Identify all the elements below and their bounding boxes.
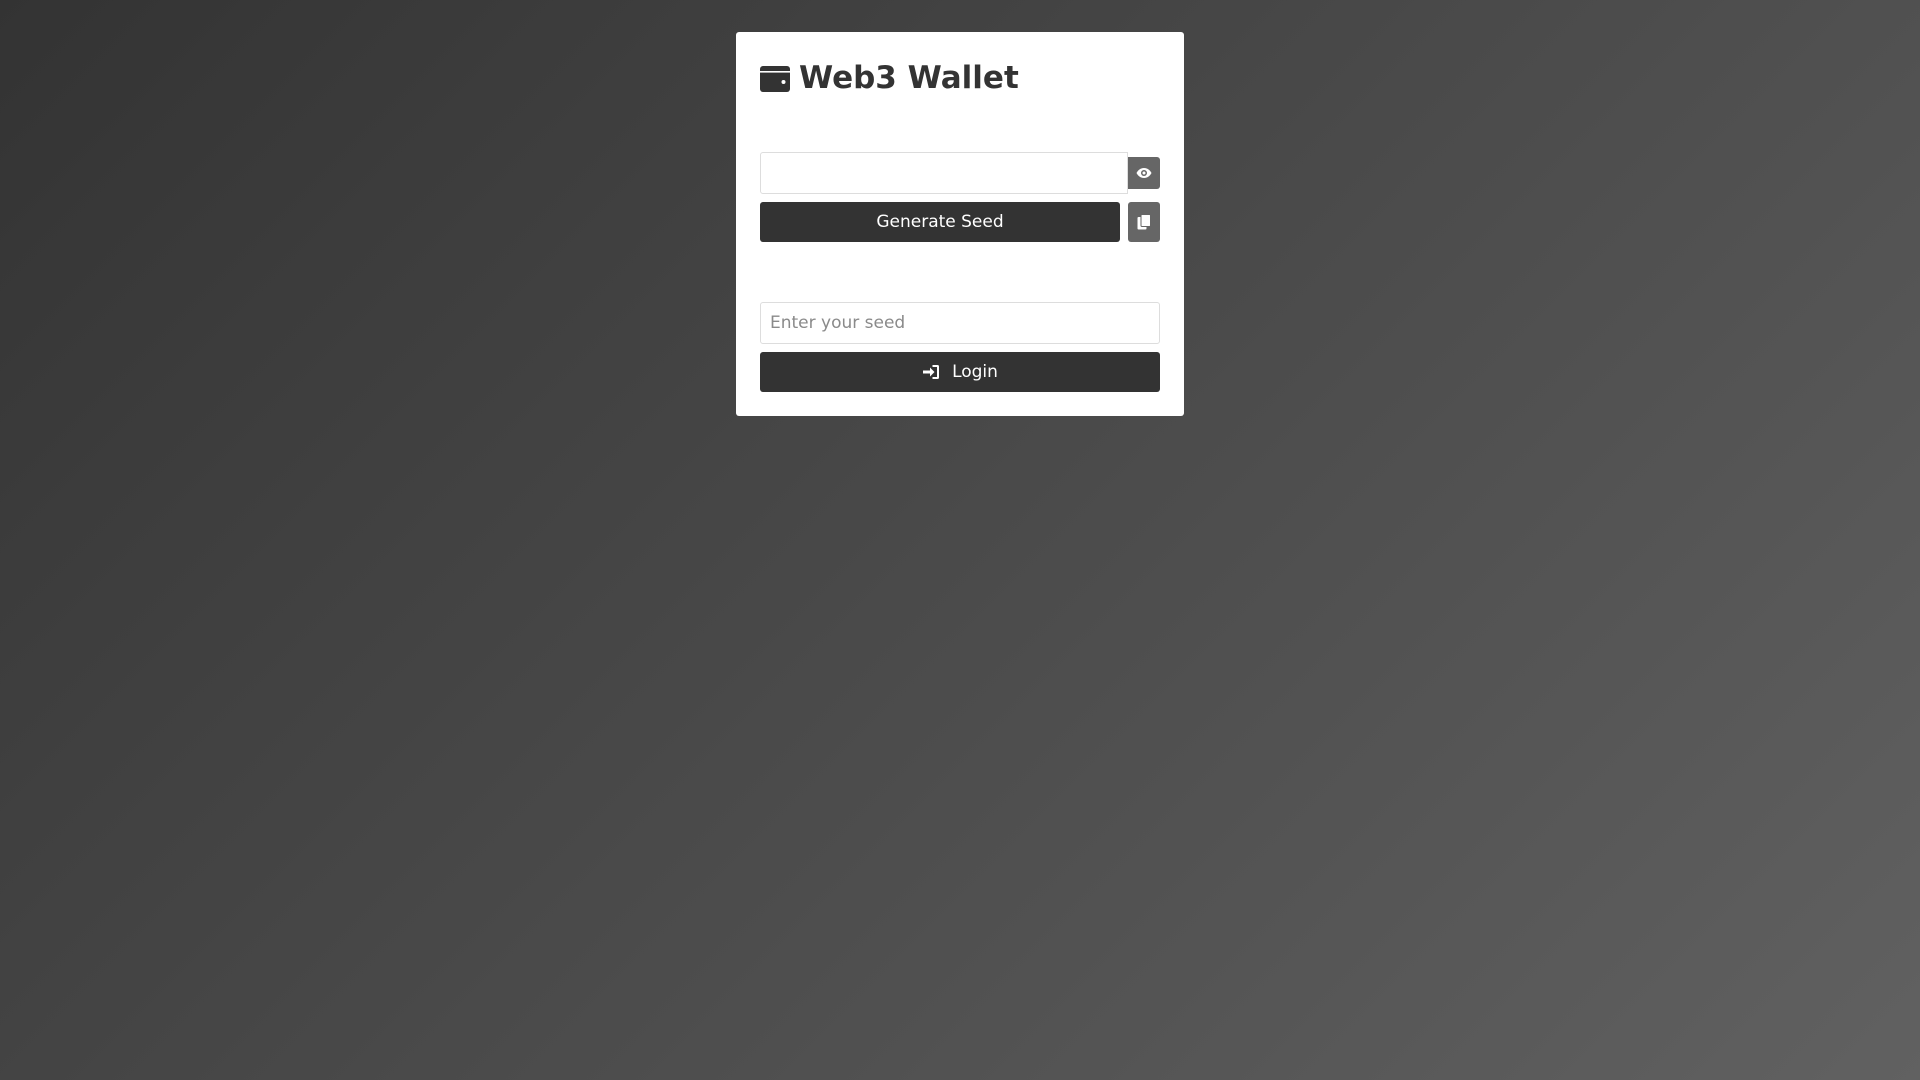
wallet-icon — [760, 64, 790, 92]
login-button[interactable]: Login — [760, 352, 1160, 392]
login-icon — [922, 363, 940, 381]
seed-input[interactable] — [760, 302, 1160, 344]
toggle-seed-visibility-button[interactable] — [1128, 157, 1160, 189]
generated-seed-field[interactable] — [760, 152, 1128, 194]
login-card: Web3 Wallet Generate Seed Log — [736, 32, 1184, 416]
app-title: Web3 Wallet — [799, 60, 1019, 96]
login-button-label: Login — [952, 362, 998, 382]
copy-seed-button[interactable] — [1128, 202, 1160, 242]
copy-icon — [1137, 214, 1151, 230]
eye-icon — [1136, 167, 1152, 179]
generate-seed-button[interactable]: Generate Seed — [760, 202, 1120, 242]
app-header: Web3 Wallet — [760, 56, 1160, 100]
